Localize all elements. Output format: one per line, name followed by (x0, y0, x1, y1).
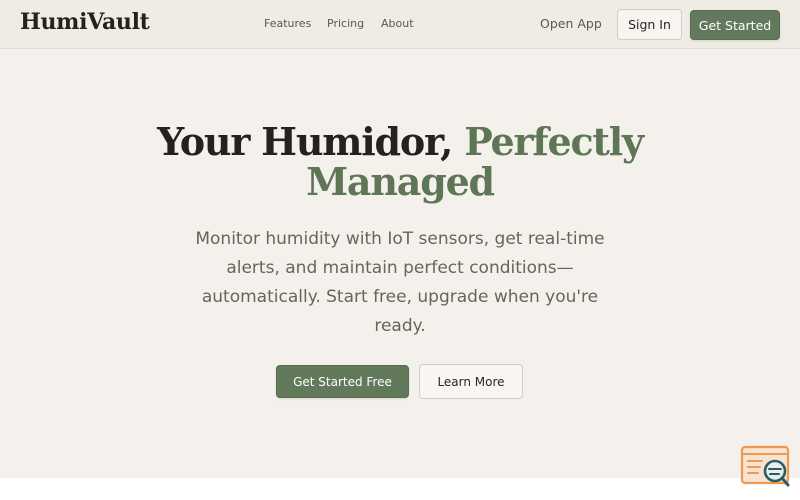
next-section-edge (0, 478, 800, 500)
logo[interactable]: HumiVault (20, 9, 150, 35)
hero-title-main: Your Humidor, (157, 119, 453, 164)
sign-in-button[interactable]: Sign In (617, 9, 682, 40)
hero-title: Your Humidor, Perfectly Managed (0, 122, 800, 202)
search-chat-icon (740, 445, 790, 487)
hero-title-accent-2: Managed (306, 159, 495, 204)
nav-link-pricing[interactable]: Pricing (327, 17, 364, 30)
get-started-free-button[interactable]: Get Started Free (276, 365, 409, 398)
get-started-button[interactable]: Get Started (690, 10, 780, 40)
hero-subtitle: Monitor humidity with IoT sensors, get r… (195, 229, 605, 336)
help-widget-button[interactable] (740, 445, 792, 489)
nav-link-about[interactable]: About (381, 17, 414, 30)
page: HumiVault Features Pricing About Open Ap… (0, 0, 800, 500)
open-app-link[interactable]: Open App (540, 16, 602, 31)
top-nav-bar: HumiVault Features Pricing About Open Ap… (0, 0, 800, 49)
learn-more-button[interactable]: Learn More (419, 364, 523, 399)
hero-title-accent-1: Perfectly (464, 119, 644, 164)
nav-link-features[interactable]: Features (264, 17, 311, 30)
